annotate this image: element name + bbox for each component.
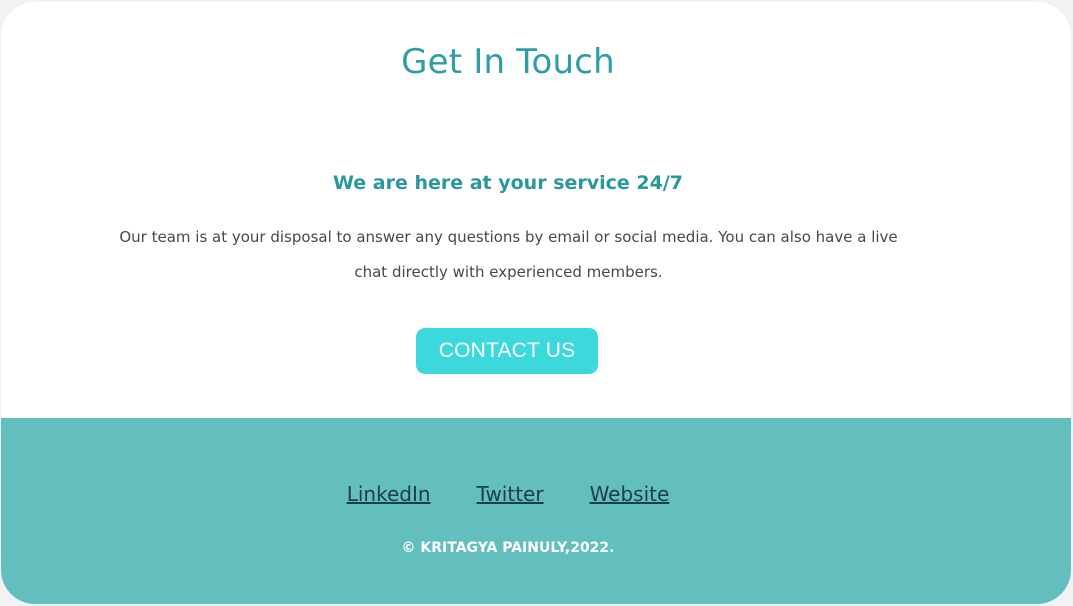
page-title: Get In Touch — [401, 42, 615, 82]
linkedin-link[interactable]: LinkedIn — [347, 482, 431, 506]
contact-card: Get In Touch We are here at your service… — [1, 2, 1071, 604]
copyright-text: © KRITAGYA PAINULY,2022. — [401, 540, 615, 556]
footer: LinkedIn Twitter Website © KRITAGYA PAIN… — [1, 418, 1071, 604]
website-link[interactable]: Website — [590, 482, 670, 506]
twitter-link[interactable]: Twitter — [477, 482, 544, 506]
footer-links: LinkedIn Twitter Website — [1, 482, 1015, 506]
service-subtitle: We are here at your service 24/7 — [332, 172, 684, 194]
contact-us-button[interactable]: CONTACT US — [416, 328, 598, 374]
description-text: Our team is at your disposal to answer a… — [119, 228, 898, 281]
